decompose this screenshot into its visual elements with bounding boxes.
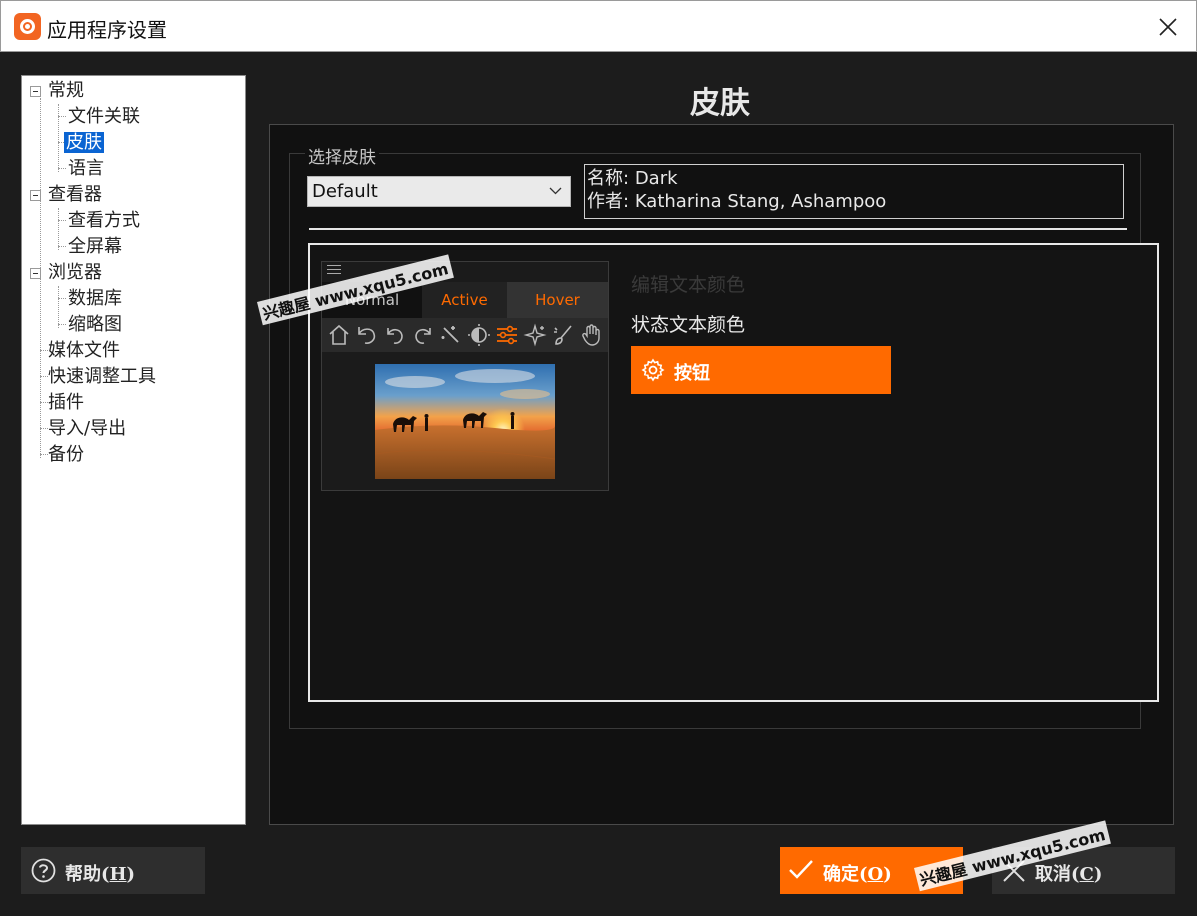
tree-item-general[interactable]: 常规 [48,79,84,103]
help-icon [31,858,56,883]
help-button-label: 帮助( [65,864,110,885]
checkmark-icon [789,860,813,879]
tree-item-view-mode[interactable]: 查看方式 [68,209,140,233]
tree-item-fullscreen[interactable]: 全屏幕 [68,235,122,259]
separator [309,228,1127,230]
sparkle-icon [523,323,547,347]
close-button[interactable] [1148,9,1188,45]
skin-group-label: 选择皮肤 [305,143,379,168]
app-logo-icon [14,13,41,40]
magic-wand-icon [441,326,459,343]
window-title: 应用程序设置 [47,18,167,42]
cancel-button-hotkey: C [1079,864,1094,885]
tree-item-thumbnails[interactable]: 缩略图 [68,313,122,337]
preview-sample-button-label: 按钮 [674,363,710,384]
settings-tree: 常规 文件关联 皮肤 语言 查看器 查看方式 全屏幕 浏览器 数据库 缩略图 媒… [21,75,246,825]
skin-name-label: 名称: [587,168,630,189]
tree-item-plugins[interactable]: 插件 [48,391,84,415]
tree-item-language[interactable]: 语言 [68,157,104,181]
tree-item-viewer[interactable]: 查看器 [48,183,102,207]
tree-item-quick-adjust[interactable]: 快速调整工具 [48,365,156,389]
skin-author-label: 作者: [587,191,630,212]
gear-icon [641,358,665,382]
skin-dropdown[interactable]: Default [307,176,571,207]
preview-tab-hover: Hover [507,282,608,318]
hamburger-menu-icon [327,265,341,277]
contrast-icon [468,324,490,346]
title-bar: 应用程序设置 [0,0,1197,52]
help-button-hotkey: H [109,864,127,885]
skin-name-value: Dark [634,168,678,189]
undo-back-icon [358,327,376,344]
tree-item-browser[interactable]: 浏览器 [48,261,102,285]
tree-item-import-export[interactable]: 导入/导出 [48,417,126,441]
cancel-button-label-end: ) [1093,864,1103,885]
skin-author-value: Katharina Stang, Ashampoo [634,191,887,212]
collapse-toggle-icon[interactable] [30,190,41,201]
undo-icon [387,328,403,344]
skin-info-box: 名称: Dark 作者: Katharina Stang, Ashampoo [584,164,1124,219]
hand-icon [582,324,600,346]
help-button[interactable]: 帮助(H) [21,847,205,894]
collapse-toggle-icon[interactable] [30,86,41,97]
edit-text-color-sample: 编辑文本颜色 [631,274,746,296]
skin-dropdown-value: Default [312,181,378,202]
ok-button-label: 确定( [823,864,868,885]
brush-icon [554,325,572,345]
chevron-down-icon [549,187,562,195]
ok-button-hotkey: O [867,864,884,885]
tree-item-backup[interactable]: 备份 [48,443,84,467]
collapse-toggle-icon[interactable] [30,268,41,279]
tree-item-database[interactable]: 数据库 [68,287,122,311]
sample-photo [375,364,555,479]
page-title: 皮肤 [690,86,750,121]
tree-item-file-association[interactable]: 文件关联 [68,105,140,129]
cancel-button-label: 取消( [1035,864,1080,885]
help-button-label-end: ) [126,864,136,885]
status-text-color-sample: 状态文本颜色 [631,314,746,336]
sliders-icon [497,325,517,345]
preview-toolbar [322,318,608,352]
skin-preview: Normal Active Hover 编辑文本颜色 状态文本颜色 按钮 [308,243,1159,702]
redo-icon [415,328,431,344]
preview-tab-active: Active [422,282,507,318]
tree-item-skin[interactable]: 皮肤 [64,131,104,155]
home-icon [329,324,349,345]
close-icon [1159,18,1177,36]
ok-button-label-end: ) [883,864,892,885]
preview-sample-button: 按钮 [631,346,891,394]
tree-item-media-files[interactable]: 媒体文件 [48,339,120,363]
